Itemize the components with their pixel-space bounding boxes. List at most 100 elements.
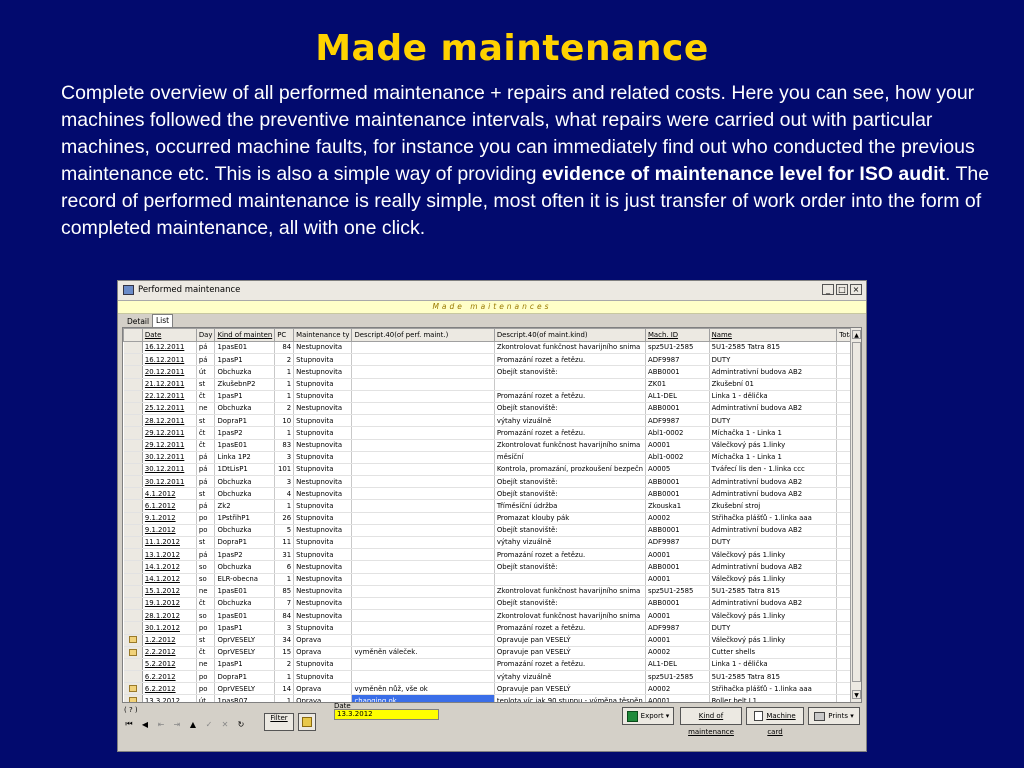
cell-desc[interactable]: [351, 634, 495, 647]
cell-kind[interactable]: Linka 1P2: [214, 451, 276, 464]
cell-day[interactable]: st: [196, 487, 216, 501]
cell-desc-kind[interactable]: Opravuje pan VESELÝ: [494, 634, 646, 647]
cell-desc[interactable]: [351, 463, 495, 477]
column-header-desc[interactable]: Descript.40(of perf. maint.): [351, 328, 495, 342]
cell-mach-id[interactable]: Abl1-0002: [645, 426, 710, 440]
row-selector[interactable]: [123, 658, 143, 672]
cell-desc-kind[interactable]: Zkontrolovat funkčnost havarijního snima: [494, 609, 646, 623]
machine-card-button[interactable]: Machine card: [746, 707, 804, 736]
cell-name[interactable]: DUTY: [709, 621, 838, 635]
cell-day[interactable]: so: [196, 560, 216, 574]
cell-day[interactable]: čt: [196, 646, 216, 659]
table-row[interactable]: 4.1.2012 st Obchuzka 4 Nestupnovita Obejít st…: [123, 487, 861, 501]
row-selector[interactable]: [123, 390, 143, 403]
cell-desc[interactable]: [351, 499, 495, 513]
cell-day[interactable]: st: [196, 378, 216, 391]
cell-day[interactable]: pá: [196, 463, 216, 477]
cell-date[interactable]: 14.1.2012: [142, 560, 197, 574]
cell-desc[interactable]: [351, 353, 495, 367]
cell-pc[interactable]: 1: [274, 365, 295, 379]
cell-mach-id[interactable]: AL1-DEL: [645, 390, 710, 403]
table-row[interactable]: 1.2.2012 st OprVESELY 34 Oprava Opravuje pan …: [123, 634, 861, 647]
cell-date[interactable]: 28.12.2011: [142, 414, 197, 428]
cell-date[interactable]: 6.2.2012: [142, 670, 197, 684]
cell-kind[interactable]: ELR-obecna: [214, 573, 276, 586]
cell-pc[interactable]: 85: [274, 585, 295, 598]
cell-type[interactable]: Nestupnovita: [293, 365, 353, 379]
cell-day[interactable]: út: [196, 694, 216, 702]
cell-desc[interactable]: [351, 560, 495, 574]
cell-date[interactable]: 19.1.2012: [142, 597, 197, 611]
cell-type[interactable]: Stupnovita: [293, 378, 353, 391]
nav-cancel-icon[interactable]: ✕: [220, 720, 230, 729]
cell-mach-id[interactable]: Abl1-0002: [645, 451, 710, 464]
cell-day[interactable]: pá: [196, 548, 216, 562]
table-row[interactable]: 6.1.2012 pá Zk2 1 Stupnovita Tříměsíční údržb…: [123, 499, 861, 513]
cell-date[interactable]: 25.12.2011: [142, 402, 197, 416]
row-selector[interactable]: [123, 682, 143, 696]
cell-type[interactable]: Stupnovita: [293, 536, 353, 550]
row-selector[interactable]: [123, 499, 143, 513]
row-selector[interactable]: [123, 414, 143, 428]
nav-post-icon[interactable]: ✓: [204, 720, 214, 729]
cell-day[interactable]: ne: [196, 402, 216, 416]
cell-date[interactable]: 30.12.2011: [142, 475, 197, 489]
cell-type[interactable]: Oprava: [293, 634, 353, 647]
cell-type[interactable]: Nestupnovita: [293, 597, 353, 611]
cell-day[interactable]: po: [196, 682, 216, 696]
cell-desc-kind[interactable]: [494, 378, 646, 391]
cell-pc[interactable]: 2: [274, 353, 295, 367]
cell-date[interactable]: 6.2.2012: [142, 682, 197, 696]
column-header-date[interactable]: Date: [141, 328, 197, 342]
cell-pc[interactable]: 1: [274, 378, 295, 391]
cell-desc[interactable]: [351, 414, 495, 428]
cell-type[interactable]: Nestupnovita: [293, 524, 353, 538]
cell-day[interactable]: pá: [196, 353, 216, 367]
cell-mach-id[interactable]: A0001: [645, 439, 710, 452]
cell-date[interactable]: 6.1.2012: [142, 499, 197, 513]
cell-desc[interactable]: [351, 451, 495, 464]
cell-type[interactable]: Stupnovita: [293, 463, 353, 477]
table-row[interactable]: 25.12.2011 ne Obchuzka 2 Nestupnovita Obejít …: [123, 402, 861, 416]
cell-mach-id[interactable]: A0002: [645, 646, 710, 659]
cell-desc[interactable]: [351, 670, 495, 684]
cell-mach-id[interactable]: A0001: [645, 609, 710, 623]
cell-type[interactable]: Stupnovita: [293, 353, 353, 367]
cell-pc[interactable]: 11: [274, 536, 295, 550]
cell-desc[interactable]: [351, 524, 495, 538]
cell-day[interactable]: po: [196, 621, 216, 635]
cell-pc[interactable]: 1: [274, 499, 295, 513]
vertical-scrollbar[interactable]: ▲ ▼: [850, 328, 861, 702]
cell-day[interactable]: čt: [196, 390, 216, 403]
help-marker[interactable]: ( ? ): [124, 706, 138, 714]
column-header-name[interactable]: Name: [708, 328, 838, 342]
tab-list[interactable]: List: [152, 314, 174, 327]
cell-name[interactable]: Admintrativní budova AB2: [709, 475, 838, 489]
cell-date[interactable]: 14.1.2012: [142, 573, 197, 586]
cell-desc-kind[interactable]: výtahy vizuálně: [494, 536, 646, 550]
cell-name[interactable]: Admintrativní budova AB2: [709, 524, 838, 538]
cell-desc[interactable]: [351, 536, 495, 550]
scroll-thumb[interactable]: [852, 342, 861, 682]
cell-type[interactable]: Stupnovita: [293, 426, 353, 440]
cell-date[interactable]: 1.2.2012: [142, 634, 197, 647]
cell-type[interactable]: Nestupnovita: [293, 585, 353, 598]
row-selector[interactable]: [123, 439, 143, 452]
cell-name[interactable]: Admintrativní budova AB2: [709, 560, 838, 574]
cell-name[interactable]: DUTY: [709, 414, 838, 428]
cell-desc[interactable]: [351, 475, 495, 489]
cell-pc[interactable]: 84: [274, 341, 295, 355]
cell-pc[interactable]: 14: [274, 682, 295, 696]
cell-day[interactable]: po: [196, 524, 216, 538]
cell-pc[interactable]: 101: [274, 463, 295, 477]
cell-day[interactable]: pá: [196, 499, 216, 513]
column-header-kind[interactable]: Kind of mainten: [214, 328, 276, 342]
cell-name[interactable]: Válečkový pás 1.linky: [709, 439, 838, 452]
column-header-day[interactable]: Day: [195, 328, 216, 342]
cell-name[interactable]: Zkušební 01: [709, 378, 838, 391]
scroll-down-arrow[interactable]: ▼: [852, 690, 861, 699]
cell-desc[interactable]: [351, 573, 495, 586]
table-row[interactable]: 2.2.2012 čt OprVESELY 15 Oprava vyměněn váleč…: [123, 646, 861, 659]
cell-pc[interactable]: 1: [274, 670, 295, 684]
cell-mach-id[interactable]: ZK01: [645, 378, 710, 391]
